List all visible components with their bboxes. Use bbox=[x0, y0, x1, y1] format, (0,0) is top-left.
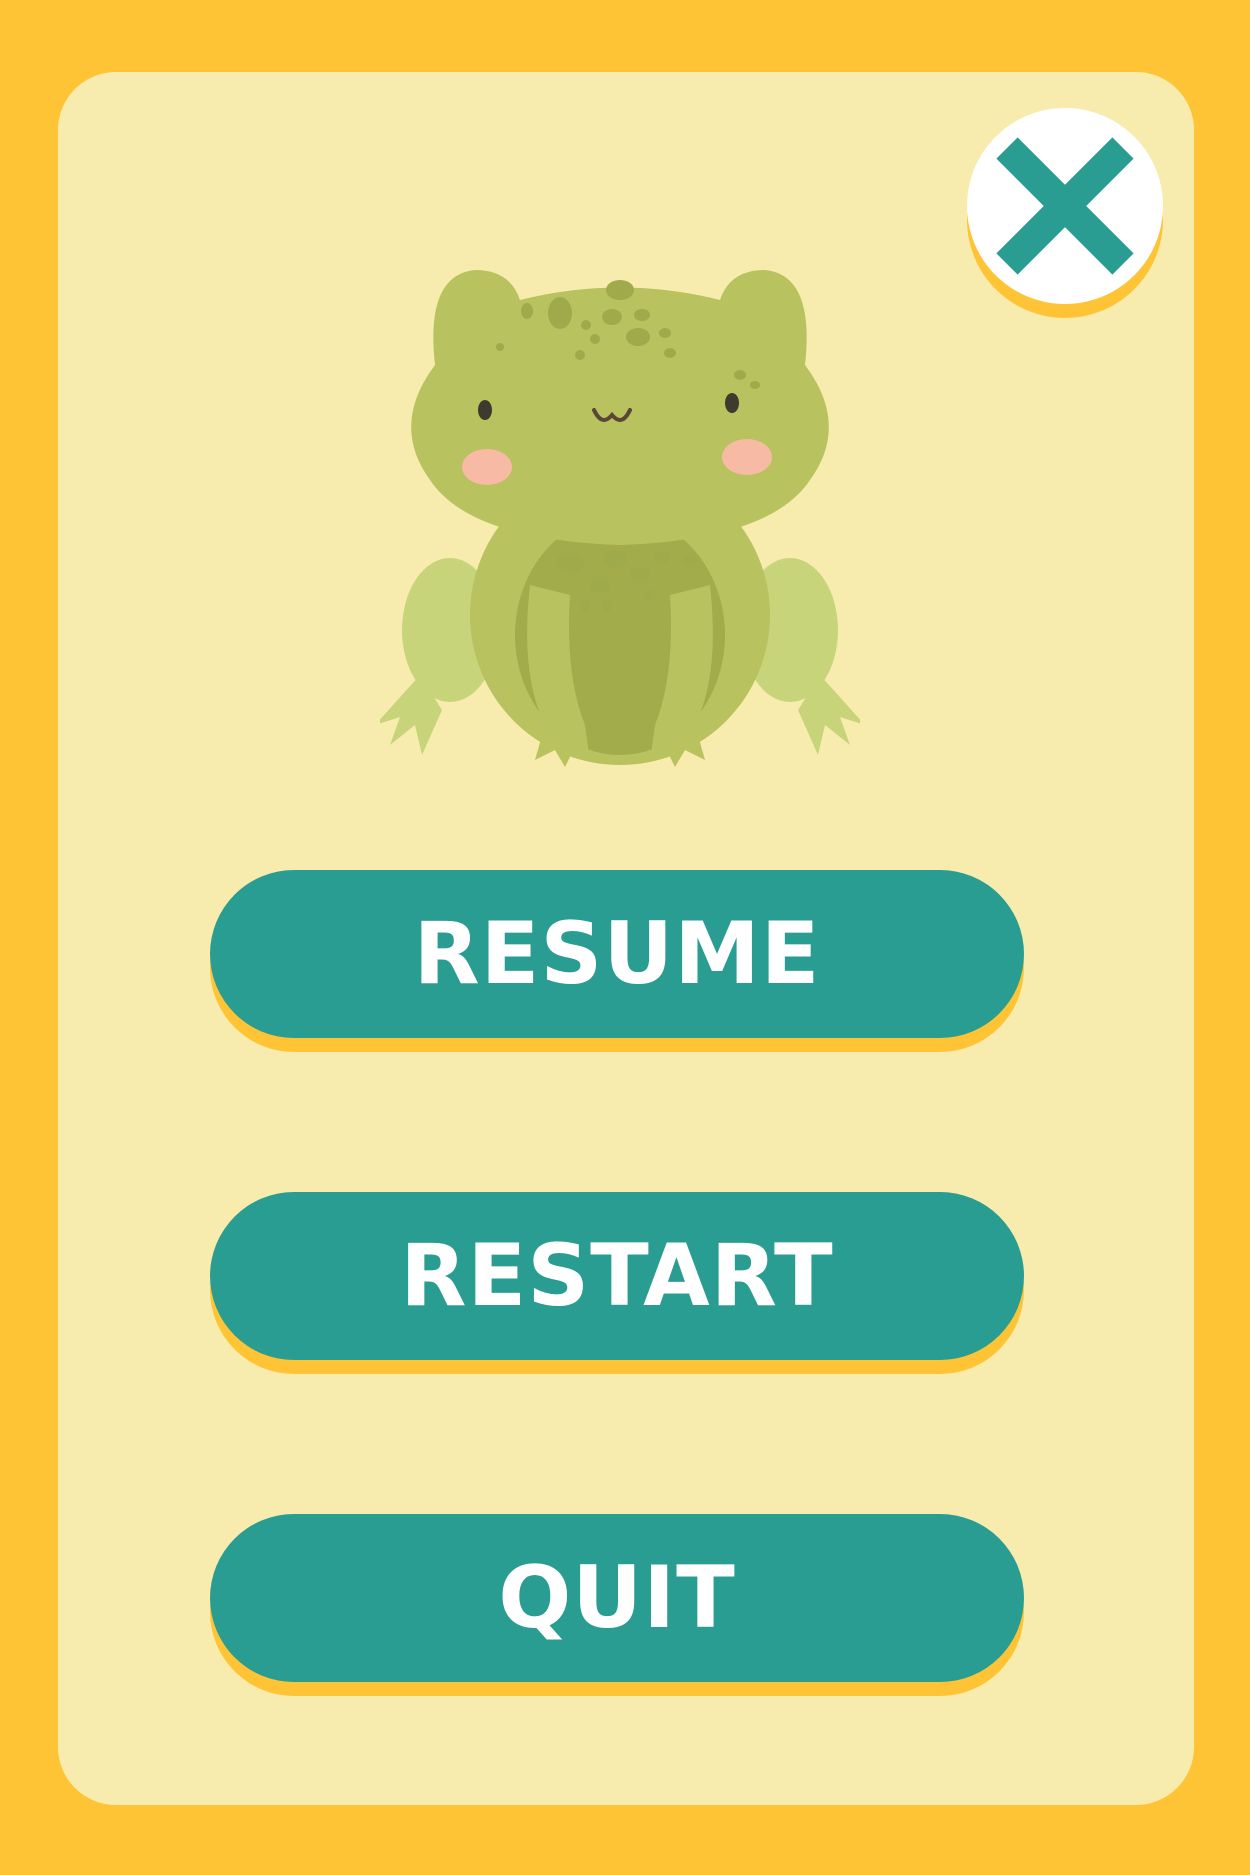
game-background: RESUME RESTART QUIT bbox=[0, 0, 1250, 1875]
quit-button[interactable]: QUIT bbox=[210, 1514, 1024, 1682]
close-button[interactable] bbox=[967, 108, 1163, 304]
frog-head bbox=[411, 270, 829, 545]
frog-cheek-left bbox=[462, 449, 512, 485]
frog-icon bbox=[380, 270, 860, 767]
frog-cheek-right bbox=[722, 439, 772, 475]
frog-eye-right bbox=[725, 393, 739, 413]
resume-button[interactable]: RESUME bbox=[210, 870, 1024, 1038]
frog-eye-left bbox=[478, 400, 492, 420]
restart-button[interactable]: RESTART bbox=[210, 1192, 1024, 1360]
close-icon bbox=[996, 137, 1134, 275]
